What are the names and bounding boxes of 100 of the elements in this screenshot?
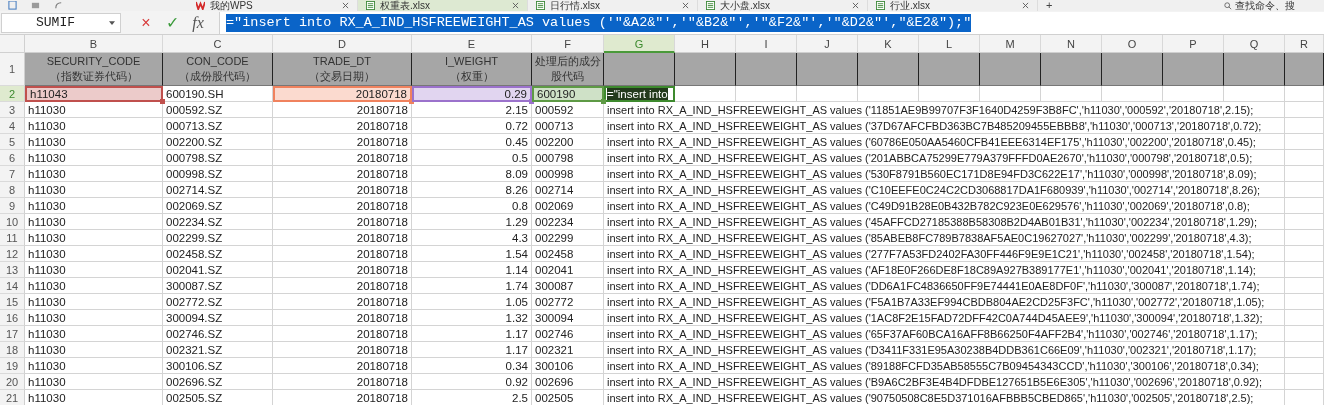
close-icon[interactable] xyxy=(852,2,859,9)
empty-cell xyxy=(1285,278,1324,294)
table-cell: h11030 xyxy=(25,262,163,278)
header-cell xyxy=(675,53,736,86)
name-box[interactable]: SUMIF xyxy=(1,12,121,33)
table-cell: 300094.SZ xyxy=(163,310,273,326)
row-header[interactable]: 21 xyxy=(0,390,25,405)
column-header[interactable]: P xyxy=(1163,35,1224,53)
row-header[interactable]: 6 xyxy=(0,150,25,166)
table-cell: h11030 xyxy=(25,326,163,342)
row-header[interactable]: 8 xyxy=(0,182,25,198)
empty-cell xyxy=(1285,342,1324,358)
table-cell: 1.14 xyxy=(412,262,532,278)
table-cell: 000713.SZ xyxy=(163,118,273,134)
row-header[interactable]: 9 xyxy=(0,198,25,214)
table-cell: h11030 xyxy=(25,150,163,166)
empty-cell xyxy=(1285,374,1324,390)
column-header[interactable]: I xyxy=(736,35,797,53)
row-header[interactable]: 19 xyxy=(0,358,25,374)
table-cell: 0.8 xyxy=(412,198,532,214)
table-cell: 20180718 xyxy=(273,246,412,262)
table-cell: 20180718 xyxy=(273,310,412,326)
header-cell: TRADE_DT （交易日期） xyxy=(273,53,412,86)
table-cell: 000798.SZ xyxy=(163,150,273,166)
header-cell xyxy=(797,53,858,86)
table-cell: 8.09 xyxy=(412,166,532,182)
column-header[interactable]: Q xyxy=(1224,35,1285,53)
column-header[interactable]: N xyxy=(1041,35,1102,53)
header-cell xyxy=(604,53,675,86)
row-header[interactable]: 15 xyxy=(0,294,25,310)
empty-cell xyxy=(1285,198,1324,214)
row-header[interactable]: 20 xyxy=(0,374,25,390)
table-cell: 0.45 xyxy=(412,134,532,150)
column-header[interactable]: H xyxy=(675,35,736,53)
close-icon[interactable] xyxy=(342,2,349,9)
empty-cell xyxy=(1285,166,1324,182)
row-header[interactable]: 13 xyxy=(0,262,25,278)
command-search-field[interactable]: 查找命令、搜 xyxy=(1224,0,1324,11)
row-header[interactable]: 1 xyxy=(0,53,25,86)
header-cell xyxy=(736,53,797,86)
reference-handle[interactable] xyxy=(160,99,165,104)
insert-function-button[interactable]: fx xyxy=(187,12,209,33)
row-header[interactable]: 14 xyxy=(0,278,25,294)
table-cell: 20180718 xyxy=(273,230,412,246)
column-header[interactable]: J xyxy=(797,35,858,53)
row-header[interactable]: 17 xyxy=(0,326,25,342)
table-cell-text: 20180718 xyxy=(354,88,407,101)
row-header[interactable]: 7 xyxy=(0,166,25,182)
empty-cell xyxy=(1041,86,1102,102)
table-cell: 000713 xyxy=(532,118,604,134)
row-header[interactable]: 16 xyxy=(0,310,25,326)
close-icon[interactable] xyxy=(682,2,689,9)
empty-cell xyxy=(1285,86,1324,102)
row-header[interactable]: 5 xyxy=(0,134,25,150)
table-cell: insert into RX_A_IND_HSFREEWEIGHT_AS values ('11851AE9B99707F3F1640D4259F3B8FC','h11030','000592','20180718',2.15); xyxy=(604,102,1285,118)
table-cell: 002200 xyxy=(532,134,604,150)
document-tab[interactable]: 权重表.xlsx xyxy=(358,0,528,11)
column-header[interactable]: B xyxy=(25,35,163,53)
table-cell: 20180718 xyxy=(273,374,412,390)
column-header[interactable]: O xyxy=(1102,35,1163,53)
column-header[interactable]: F xyxy=(532,35,604,53)
reference-handle[interactable] xyxy=(601,99,606,104)
table-cell: insert into RX_A_IND_HSFREEWEIGHT_AS values ('90750508C8E5D371016AFBBB5CBED865','h11030','002505','20180718',2.5); xyxy=(604,390,1285,405)
column-header[interactable]: M xyxy=(980,35,1041,53)
table-cell: insert into RX_A_IND_HSFREEWEIGHT_AS values ('37D67AFCFBD363BC7B485209455EBBB8','h11030','000713','20180718',0.72); xyxy=(604,118,1285,134)
table-cell: 1.74 xyxy=(412,278,532,294)
column-header[interactable]: K xyxy=(858,35,919,53)
table-cell: insert into RX_A_IND_HSFREEWEIGHT_AS values ('1AC8F2E15FAD72DFF42C0A744D45AEE9','h11030','300094','20180718',1.32); xyxy=(604,310,1285,326)
table-cell: h11030 xyxy=(25,118,163,134)
row-header[interactable]: 3 xyxy=(0,102,25,118)
table-cell: insert into RX_A_IND_HSFREEWEIGHT_AS values ('D3411F331E95A30238B4DDB361C66E09','h11030','002321','20180718',1.17); xyxy=(604,342,1285,358)
row-header[interactable]: 4 xyxy=(0,118,25,134)
table-cell: h11030 xyxy=(25,342,163,358)
cancel-button[interactable]: × xyxy=(135,12,157,33)
new-tab-button[interactable]: + xyxy=(1038,0,1061,11)
empty-cell xyxy=(858,86,919,102)
row-header[interactable]: 10 xyxy=(0,214,25,230)
table-cell: 20180718 xyxy=(273,358,412,374)
formula-field[interactable]: ="insert into RX_A_IND_HSFREEWEIGHT_AS values ('"&A2&"','"&B2&"','"&F2&"','"&D2&"',"&E2&");" xyxy=(219,11,1324,34)
save-icon[interactable] xyxy=(8,1,17,10)
empty-cell xyxy=(1285,294,1324,310)
row-header[interactable]: 12 xyxy=(0,246,25,262)
column-header[interactable]: C xyxy=(163,35,273,53)
table-cell: 0.92 xyxy=(412,374,532,390)
close-icon[interactable] xyxy=(1022,2,1029,9)
column-header[interactable]: D xyxy=(273,35,412,53)
select-all-corner[interactable] xyxy=(0,35,25,53)
row-header[interactable]: 2 xyxy=(0,86,25,102)
table-cell[interactable]: ="insert into xyxy=(604,86,675,102)
column-header[interactable]: L xyxy=(919,35,980,53)
column-header[interactable]: E xyxy=(412,35,532,53)
table-cell: 000592 xyxy=(532,102,604,118)
empty-cell xyxy=(1285,118,1324,134)
table-cell: h11030 xyxy=(25,134,163,150)
row-header[interactable]: 18 xyxy=(0,342,25,358)
column-header[interactable]: R xyxy=(1285,35,1324,53)
column-header[interactable]: G xyxy=(604,35,675,53)
close-icon[interactable] xyxy=(512,2,519,9)
row-header[interactable]: 11 xyxy=(0,230,25,246)
table-cell: 002458.SZ xyxy=(163,246,273,262)
